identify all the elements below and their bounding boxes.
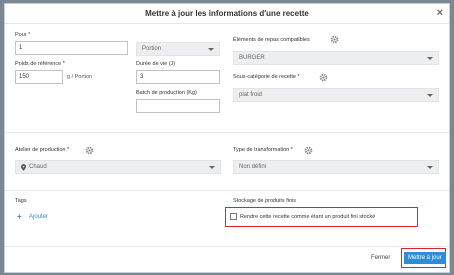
location-pin-icon [21, 164, 26, 171]
type-select-value: Non défini [239, 164, 267, 170]
atelier-select-value: Chaud [29, 164, 47, 170]
type-label: Type de transformation * [233, 147, 293, 153]
portion-select[interactable]: Portion [136, 42, 220, 56]
close-icon[interactable]: × [437, 8, 443, 19]
close-button[interactable]: Fermer [371, 255, 390, 261]
atelier-label: Atelier de production * [15, 147, 70, 153]
modal-title: Mettre à jour les informations d'une rec… [145, 9, 309, 18]
poids-input[interactable]: 150 [15, 70, 63, 84]
modal-header: Mettre à jour les informations d'une rec… [5, 4, 449, 24]
stockage-label: Stockage de produits finis [233, 198, 296, 204]
elements-label: Éléments de repas compatibles [233, 37, 310, 43]
chevron-down-icon [427, 166, 433, 169]
pour-label: Pour * [15, 32, 31, 38]
souscat-select[interactable]: plat froid [233, 88, 439, 102]
update-button[interactable]: Mettre à jour [404, 252, 446, 264]
elements-select-value: BURGER [239, 55, 265, 61]
chevron-down-icon [427, 57, 433, 60]
gear-icon[interactable] [304, 146, 313, 155]
poids-label: Poids de référence * [15, 61, 65, 67]
portion-select-value: Portion [142, 46, 162, 52]
batch-input[interactable] [136, 99, 220, 113]
plus-icon[interactable]: + [17, 212, 22, 221]
checkbox-icon[interactable] [230, 213, 237, 220]
gear-icon[interactable] [85, 146, 94, 155]
poids-unit: g / Portion [67, 74, 93, 80]
duree-input[interactable]: 3 [136, 70, 220, 84]
atelier-select[interactable]: Chaud [15, 160, 221, 174]
section-divider [5, 132, 449, 133]
section-divider [5, 190, 449, 191]
tags-label: Tags [15, 198, 27, 204]
stockage-checkbox-label[interactable]: Rendre cette recette comme étant un prod… [240, 214, 375, 220]
pour-input[interactable]: 1 [15, 41, 128, 55]
duree-label: Durée de vie (J) [136, 61, 176, 67]
footer-divider [5, 246, 449, 247]
batch-label: Batch de production (Kg) [136, 90, 197, 96]
update-recipe-modal: Mettre à jour les informations d'une rec… [4, 3, 450, 273]
type-select[interactable]: Non défini [233, 160, 439, 174]
souscat-label: Sous-catégorie de recette * [233, 74, 300, 80]
gear-icon[interactable] [330, 35, 339, 44]
chevron-down-icon [427, 94, 433, 97]
chevron-down-icon [208, 48, 214, 51]
gear-icon[interactable] [319, 73, 328, 82]
elements-select[interactable]: BURGER [233, 51, 439, 65]
add-tag-link[interactable]: Ajouter [29, 214, 48, 220]
souscat-select-value: plat froid [239, 92, 263, 98]
chevron-down-icon [209, 166, 215, 169]
